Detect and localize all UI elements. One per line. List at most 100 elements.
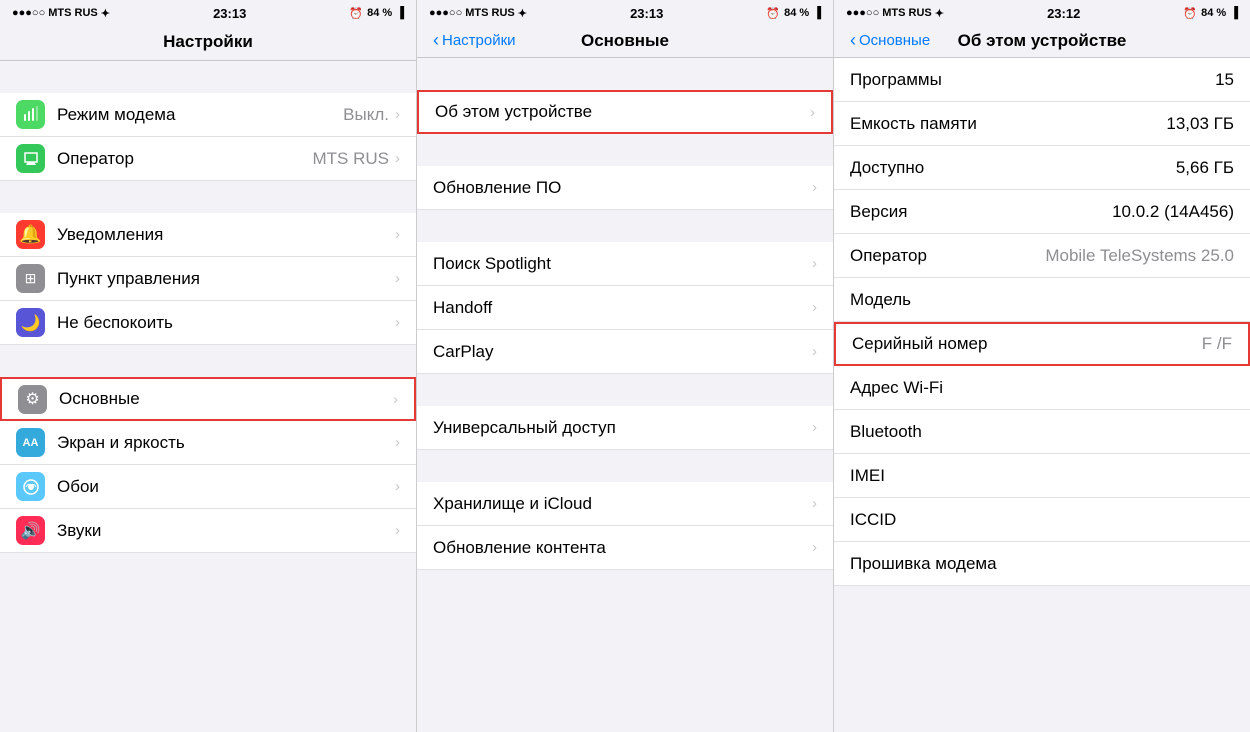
storage-chevron: › (812, 495, 817, 512)
status-right-3: ⏰ 84 % ▐ (1183, 7, 1238, 20)
nav-header-1: Настройки (0, 24, 416, 61)
status-left-3: ●●●○○ MTS RUS ✦ (846, 7, 944, 20)
back-btn-2[interactable]: ‹ Настройки (433, 32, 516, 49)
accessibility-row[interactable]: Универсальный доступ › (417, 406, 833, 450)
status-right-1: ⏰ 84 % ▐ (349, 7, 404, 20)
sounds-row[interactable]: 🔊 Звуки › (0, 509, 416, 553)
notifications-icon: 🔔 (16, 220, 45, 249)
sounds-label: Звуки (57, 521, 395, 541)
about-row[interactable]: Об этом устройстве › (417, 90, 833, 134)
wallpaper-row[interactable]: Обои › (0, 465, 416, 509)
g4-s2: Универсальный доступ › (417, 374, 833, 450)
sounds-chevron: › (395, 522, 400, 539)
accessibility-chevron: › (812, 419, 817, 436)
spotlight-chevron: › (812, 255, 817, 272)
model-label: Модель (850, 290, 970, 310)
display-icon: AA (16, 428, 45, 457)
carrier-info-label: Оператор (850, 246, 970, 266)
available-row: Доступно 5,66 ГБ (834, 146, 1250, 190)
sounds-icon: 🔊 (16, 516, 45, 545)
group1-screen1: Режим модема Выкл. › Оператор MTS RUS › (0, 61, 416, 181)
screen1-title: Настройки (16, 32, 400, 52)
operator-icon (16, 144, 45, 173)
storage-row[interactable]: Хранилище и iCloud › (417, 482, 833, 526)
imei-label: IMEI (850, 466, 970, 486)
carrier-3: MTS RUS (882, 7, 932, 19)
bluetooth-row: Bluetooth (834, 410, 1250, 454)
wallpaper-icon (16, 472, 45, 501)
bluetooth-label: Bluetooth (850, 422, 970, 442)
control-center-row[interactable]: ⊞ Пункт управления › (0, 257, 416, 301)
operator-row[interactable]: Оператор MTS RUS › (0, 137, 416, 181)
g3-s2: Поиск Spotlight › Handoff › CarPlay › (417, 210, 833, 374)
available-label: Доступно (850, 158, 970, 178)
back-btn-3[interactable]: ‹ Основные (850, 32, 930, 49)
wallpaper-chevron: › (395, 478, 400, 495)
section-spacer3 (0, 345, 416, 377)
alarm-3: ⏰ (1183, 7, 1197, 20)
modem-label: Режим модема (57, 105, 343, 125)
handoff-row[interactable]: Handoff › (417, 286, 833, 330)
notifications-row[interactable]: 🔔 Уведомления › (0, 213, 416, 257)
spotlight-row[interactable]: Поиск Spotlight › (417, 242, 833, 286)
carrier-info-row: Оператор Mobile TeleSystems 25.0 (834, 234, 1250, 278)
carplay-row[interactable]: CarPlay › (417, 330, 833, 374)
dnd-icon: 🌙 (16, 308, 45, 337)
notifications-chevron: › (395, 226, 400, 243)
wallpaper-label: Обои (57, 477, 395, 497)
wifi-2: ✦ (518, 7, 527, 20)
status-left-1: ●●●○○ MTS RUS ✦ (12, 7, 110, 20)
modem-fw-label: Прошивка модема (850, 554, 997, 574)
display-row[interactable]: AA Экран и яркость › (0, 421, 416, 465)
bg-update-label: Обновление контента (433, 538, 812, 558)
general-list: Об этом устройстве › Обновление ПО › Пои… (417, 58, 833, 732)
battery-icon-2: ▐ (813, 7, 821, 19)
wifi-addr-label: Адрес Wi-Fi (850, 378, 970, 398)
wifi-addr-row: Адрес Wi-Fi (834, 366, 1250, 410)
control-center-icon: ⊞ (16, 264, 45, 293)
bg-update-row[interactable]: Обновление контента › (417, 526, 833, 570)
operator-value: MTS RUS (313, 149, 390, 169)
about-label: Об этом устройстве (435, 102, 810, 122)
nav-header-3: ‹ Основные Об этом устройстве (834, 24, 1250, 58)
general-chevron: › (393, 391, 398, 408)
operator-label: Оператор (57, 149, 313, 169)
spotlight-label: Поиск Spotlight (433, 254, 812, 274)
operator-chevron: › (395, 150, 400, 167)
settings-list-1: Режим модема Выкл. › Оператор MTS RUS › (0, 61, 416, 732)
dnd-row[interactable]: 🌙 Не беспокоить › (0, 301, 416, 345)
storage-label: Хранилище и iCloud (433, 494, 812, 514)
version-row: Версия 10.0.2 (14A456) (834, 190, 1250, 234)
time-1: 23:13 (213, 6, 246, 21)
carrier-1: MTS RUS (48, 7, 98, 19)
battery-percent-1: 84 % (367, 7, 392, 19)
about-group: Программы 15 Емкость памяти 13,03 ГБ Дос… (834, 58, 1250, 586)
g2-s2: Обновление ПО › (417, 134, 833, 210)
general-row[interactable]: ⚙ Основные › (0, 377, 416, 421)
modem-row[interactable]: Режим модема Выкл. › (0, 93, 416, 137)
serial-value: F /F (987, 334, 1232, 354)
back-label-2: Настройки (442, 32, 516, 49)
carplay-chevron: › (812, 343, 817, 360)
status-bar-2: ●●●○○ MTS RUS ✦ 23:13 ⏰ 84 % ▐ (417, 0, 833, 24)
wifi-1: ✦ (101, 7, 110, 20)
control-center-label: Пункт управления (57, 269, 395, 289)
iccid-row: ICCID (834, 498, 1250, 542)
alarm-1: ⏰ (349, 7, 363, 20)
screen2-title: Основные (581, 31, 669, 51)
g1-s2: Об этом устройстве › (417, 58, 833, 134)
update-chevron: › (812, 179, 817, 196)
alarm-2: ⏰ (766, 7, 780, 20)
spacer-g4-s2 (417, 374, 833, 406)
available-value: 5,66 ГБ (970, 158, 1234, 178)
carplay-label: CarPlay (433, 342, 812, 362)
modem-value: Выкл. (343, 105, 389, 125)
back-chevron-2: ‹ (433, 31, 439, 49)
spacer-g5-s2 (417, 450, 833, 482)
display-label: Экран и яркость (57, 433, 395, 453)
battery-percent-2: 84 % (784, 7, 809, 19)
carrier-2: MTS RUS (465, 7, 515, 19)
update-row[interactable]: Обновление ПО › (417, 166, 833, 210)
modem-fw-row: Прошивка модема (834, 542, 1250, 586)
dnd-label: Не беспокоить (57, 313, 395, 333)
